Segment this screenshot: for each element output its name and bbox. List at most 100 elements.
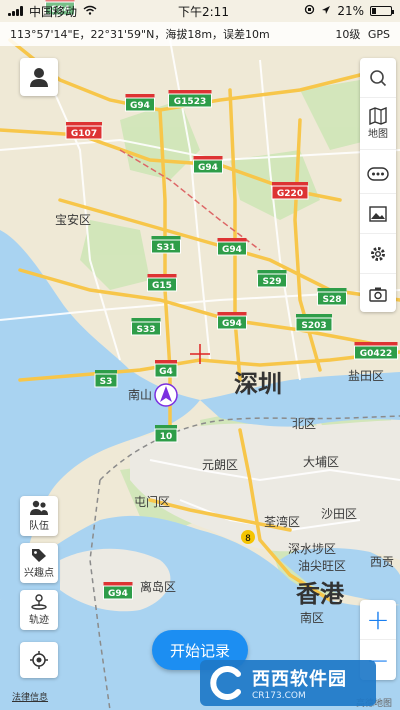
- road-shield-label: G4: [159, 367, 173, 377]
- zoom-level-text: 10级: [335, 28, 361, 41]
- road-shield-s28: S28: [317, 288, 347, 306]
- road-shield-r10: 10: [154, 425, 178, 443]
- image-icon: [369, 205, 387, 222]
- site-watermark: 西西软件园 CR173.COM: [200, 660, 376, 706]
- label-shatin: 沙田区: [321, 507, 357, 521]
- status-bar: 中国移动 下午2:11 21%: [0, 0, 400, 22]
- watermark-logo-icon: [210, 666, 241, 700]
- settings-button[interactable]: [360, 234, 396, 274]
- track-icon: [31, 594, 47, 610]
- road-shield-label: G15: [152, 281, 172, 291]
- road-shield-g94_mid: G94: [193, 156, 223, 174]
- search-icon: [370, 69, 387, 86]
- coordinates-text: 113°57'14"E，22°31'59"N，海拔18m，误差10m: [10, 28, 270, 41]
- road-shield-g0422: G0422: [354, 342, 398, 360]
- watermark-url: CR173.COM: [252, 691, 306, 701]
- current-location-icon: [154, 383, 178, 407]
- road-shield-g1523: G1523: [168, 90, 212, 108]
- road-shield-label: S203: [301, 321, 326, 331]
- road-shield-label: G94: [198, 163, 218, 173]
- road-shield-label: G94: [108, 589, 128, 599]
- label-southern: 南区: [300, 610, 324, 625]
- location-info-bar: 113°57'14"E，22°31'59"N，海拔18m，误差10m 10级 G…: [0, 22, 400, 46]
- road-shield-g94_mid: G94: [125, 94, 155, 112]
- location-arrow-icon: [321, 4, 331, 18]
- lock-rotation-icon: [304, 4, 315, 18]
- road-shield-s31: S31: [151, 236, 181, 254]
- road-shield-g94_c: G94: [217, 238, 247, 256]
- road-shield-s29: S29: [257, 270, 287, 288]
- label-tuenmun: 屯门区: [134, 494, 170, 509]
- map-layer-icon: [369, 107, 387, 125]
- user-icon: [30, 68, 48, 87]
- wifi-icon: [83, 4, 97, 18]
- status-right: 21%: [304, 4, 394, 18]
- camera-icon: [369, 287, 387, 302]
- tag-icon: [32, 549, 46, 562]
- locate-button[interactable]: [20, 642, 58, 678]
- track-button[interactable]: 轨迹: [20, 590, 58, 630]
- team-button[interactable]: 队伍: [20, 496, 58, 536]
- watermark-title: 西西软件园: [252, 669, 347, 690]
- label-yautsim: 油尖旺区: [298, 559, 346, 573]
- label-tsuenwan: 荃湾区: [264, 514, 300, 529]
- locate-crosshair-icon: [30, 651, 48, 669]
- label-shamshuipo: 深水埗区: [288, 542, 336, 556]
- label-hongkong: 香港: [296, 580, 345, 608]
- map-tools-panel: 地图: [360, 58, 396, 312]
- map-canvas[interactable]: 宝安区 深圳 南山 盐田区 北区 元朗区 大埔区 屯门区 沙田区 荃湾区 深水埗…: [0, 0, 400, 710]
- carrier-name: 中国移动: [29, 4, 78, 19]
- label-yuenlong: 元朗区: [202, 458, 238, 472]
- road-shield-label: G94: [222, 319, 242, 329]
- road-shield-r8: 8: [241, 530, 255, 544]
- team-icon: [30, 500, 48, 515]
- more-dots-icon: [367, 166, 389, 181]
- road-shield-label: S3: [100, 377, 113, 387]
- label-shenzhen: 深圳: [234, 370, 282, 398]
- road-shield-label: S31: [156, 243, 175, 253]
- road-shield-label: G107: [71, 129, 97, 139]
- label-saikung: 西贡: [370, 555, 394, 569]
- zoom-in-button[interactable]: +: [360, 600, 396, 640]
- road-shield-s33: S33: [131, 318, 161, 336]
- label-islands: 离岛区: [140, 579, 176, 594]
- road-shield-g4: G4: [154, 360, 178, 378]
- zoom-gps-info: 10级 GPS: [335, 26, 390, 42]
- label-yantian: 盐田区: [348, 369, 384, 383]
- road-shield-s203: S203: [295, 314, 333, 332]
- status-time: 下午2:11: [178, 4, 229, 19]
- signal-icon: [8, 6, 23, 16]
- road-shield-label: G0422: [360, 349, 392, 359]
- search-button[interactable]: [360, 58, 396, 98]
- map-layer-button[interactable]: 地图: [360, 98, 396, 150]
- label-north: 北区: [292, 417, 316, 431]
- road-shield-label: G220: [277, 189, 303, 199]
- gps-text: GPS: [367, 28, 390, 41]
- label-taipo: 大埔区: [303, 455, 339, 469]
- road-shield-label: S29: [262, 277, 281, 287]
- road-shield-g220: G220: [271, 182, 309, 200]
- road-shield-label: 10: [160, 432, 173, 442]
- battery-icon: [370, 6, 394, 16]
- road-shield-label: G1523: [174, 97, 206, 107]
- legal-info-link[interactable]: 法律信息: [12, 690, 48, 703]
- road-shield-g94_low: G94: [217, 312, 247, 330]
- road-shield-label: G94: [222, 245, 242, 255]
- road-shield-label: G94: [130, 101, 150, 111]
- road-shield-label: S28: [322, 295, 341, 305]
- poi-label: 兴趣点: [24, 568, 54, 579]
- photo-album-button[interactable]: [360, 194, 396, 234]
- profile-button[interactable]: [20, 58, 58, 96]
- road-shield-label: 8: [245, 534, 251, 544]
- gear-icon: [371, 246, 385, 261]
- label-nanshan: 南山: [128, 387, 152, 402]
- poi-button[interactable]: 兴趣点: [20, 543, 58, 583]
- road-shield-g107: G107: [65, 122, 103, 140]
- more-button[interactable]: [360, 154, 396, 194]
- road-shield-g94_bottom: G94: [103, 582, 133, 600]
- battery-percent: 21%: [337, 4, 364, 18]
- label-baoan: 宝安区: [55, 212, 91, 227]
- road-shield-s3: S3: [94, 370, 118, 388]
- camera-button[interactable]: [360, 274, 396, 314]
- road-shield-g15: G15: [147, 274, 177, 292]
